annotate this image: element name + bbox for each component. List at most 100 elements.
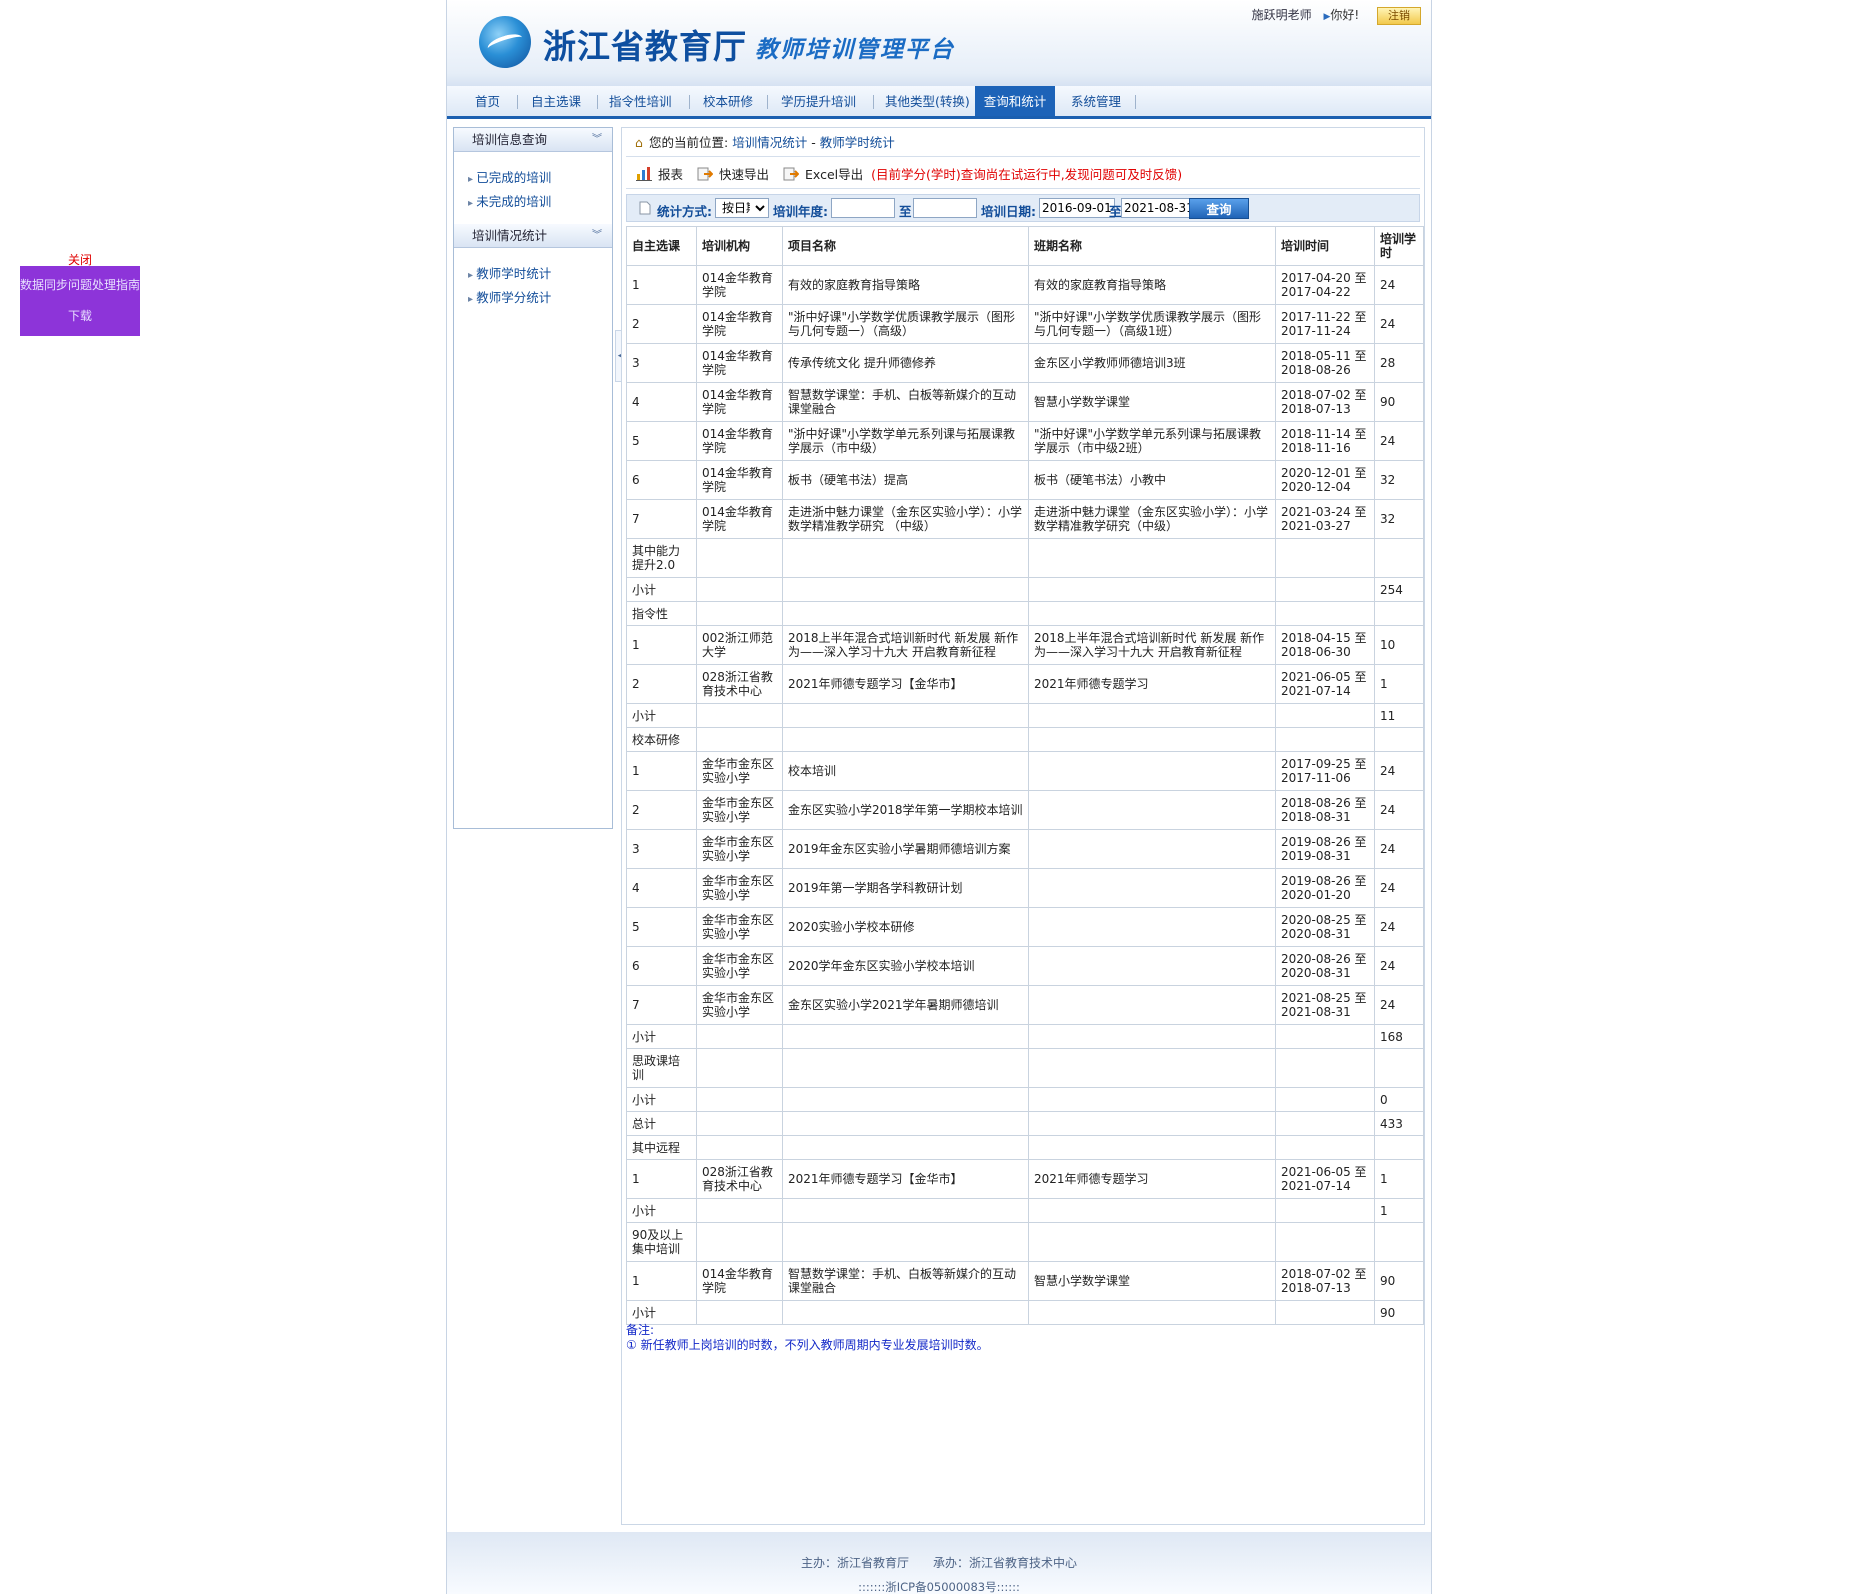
- table-row: 思政课培训: [626, 1048, 1424, 1088]
- table-cell: 2018上半年混合式培训新时代 新发展 新作为——深入学习十九大 开启教育新征程: [1028, 625, 1276, 665]
- table-cell: 014金华教育学院: [696, 265, 783, 305]
- table-row: 小计 168: [626, 1024, 1424, 1049]
- chevron-double-down-icon[interactable]: ︾: [592, 128, 602, 151]
- sidebar-item-incomplete-training[interactable]: 未完成的培训: [468, 190, 612, 214]
- year-from-input[interactable]: [831, 198, 895, 218]
- table-cell: 2021年师德专题学习: [1028, 664, 1276, 704]
- report-button[interactable]: 报表: [626, 167, 683, 182]
- table-cell: 014金华教育学院: [696, 421, 783, 461]
- stat-method-select[interactable]: 按日期: [715, 198, 769, 218]
- breadcrumb-prefix: 您的当前位置:: [649, 135, 729, 150]
- quick-export-button[interactable]: 快速导出: [687, 167, 769, 182]
- toolbar: 报表 快速导出 Excel导出 (目前学分(学时)查询尚在试运行中,发现问题可及…: [626, 162, 1420, 189]
- table-cell: 金东区小学教师师德培训3班: [1028, 343, 1276, 383]
- table-cell: [1275, 1300, 1375, 1325]
- table-cell: [1028, 1024, 1276, 1049]
- table-cell: 2018-11-14 至 2018-11-16: [1275, 421, 1375, 461]
- table-cell: 4: [626, 382, 697, 422]
- table-cell: 24: [1374, 265, 1424, 305]
- sync-guide-widget[interactable]: 数据同步问题处理指南 下载: [20, 266, 140, 336]
- table-cell: [782, 1222, 1029, 1262]
- table-cell: "浙中好课"小学数学单元系列课与拓展课教学展示（市中级）: [782, 421, 1029, 461]
- table-cell: 金华市金东区实验小学: [696, 985, 783, 1025]
- breadcrumb-level1[interactable]: 培训情况统计: [732, 135, 807, 150]
- date-from-input[interactable]: [1039, 198, 1115, 218]
- table-cell: 小计: [626, 577, 697, 602]
- sidebar-section-training-stats[interactable]: 培训情况统计 ︾: [454, 224, 612, 248]
- nav-school-research[interactable]: 校本研修: [703, 86, 753, 116]
- table-cell: 智慧小学数学课堂: [1028, 382, 1276, 422]
- table-cell: 1: [626, 265, 697, 305]
- sync-guide-title[interactable]: 数据同步问题处理指南: [20, 276, 140, 293]
- table-cell: [1028, 1198, 1276, 1223]
- nav-other-types[interactable]: 其他类型(转换): [885, 86, 970, 116]
- nav-home[interactable]: 首页: [475, 86, 500, 116]
- table-cell: 32: [1374, 460, 1424, 500]
- table-row: 1 014金华教育学院 有效的家庭教育指导策略 有效的家庭教育指导策略 2017-04-…: [626, 265, 1424, 305]
- table-cell: 24: [1374, 790, 1424, 830]
- nav-query-statistics[interactable]: 查询和统计: [975, 86, 1055, 116]
- table-row: 3 014金华教育学院 传承传统文化 提升师德修养 金东区小学教师师德培训3班 2018…: [626, 343, 1424, 383]
- table-cell: 028浙江省教育技术中心: [696, 664, 783, 704]
- excel-export-button[interactable]: Excel导出: [773, 167, 863, 182]
- table-cell: 24: [1374, 421, 1424, 461]
- table-cell: "浙中好课"小学数学优质课教学展示（图形与几何专题一）（高级1班）: [1028, 304, 1276, 344]
- sync-guide-download[interactable]: 下载: [20, 307, 140, 324]
- table-body: 1 014金华教育学院 有效的家庭教育指导策略 有效的家庭教育指导策略 2017-04-…: [626, 265, 1424, 1325]
- nav-degree-training[interactable]: 学历提升培训: [781, 86, 856, 116]
- table-cell: 其中远程: [626, 1135, 697, 1160]
- bar-chart-icon: [636, 167, 652, 181]
- col-header-project-name: 项目名称: [782, 226, 1029, 266]
- table-cell: 2021年师德专题学习: [1028, 1159, 1276, 1199]
- table-cell: 总计: [626, 1111, 697, 1136]
- table-cell: 1: [1374, 1159, 1424, 1199]
- table-cell: [1028, 868, 1276, 908]
- table-cell: 1: [1374, 1198, 1424, 1223]
- sidebar-item-teacher-credits[interactable]: 教师学分统计: [468, 286, 612, 310]
- nav-mandatory-training[interactable]: 指令性培训: [609, 86, 672, 116]
- table-cell: 2020学年金东区实验小学校本培训: [782, 946, 1029, 986]
- nav-system-management[interactable]: 系统管理: [1071, 86, 1121, 116]
- table-cell: [1275, 601, 1375, 626]
- table-cell: 2: [626, 304, 697, 344]
- document-icon: [639, 201, 651, 215]
- nav-separator: [517, 95, 518, 109]
- method-label: 统计方式:: [657, 204, 712, 219]
- table-cell: 校本研修: [626, 727, 697, 752]
- table-cell: 014金华教育学院: [696, 1261, 783, 1301]
- date-to-input[interactable]: [1121, 198, 1197, 218]
- table-cell: 014金华教育学院: [696, 304, 783, 344]
- table-cell: 24: [1374, 829, 1424, 869]
- sidebar-item-teacher-hours[interactable]: 教师学时统计: [468, 262, 612, 286]
- table-cell: [1028, 829, 1276, 869]
- sidebar-item-completed-training[interactable]: 已完成的培训: [468, 166, 612, 190]
- table-cell: 金华市金东区实验小学: [696, 829, 783, 869]
- logout-button[interactable]: 注销: [1377, 7, 1421, 25]
- table-cell: 智慧小学数学课堂: [1028, 1261, 1276, 1301]
- breadcrumb-level2[interactable]: 教师学时统计: [820, 135, 895, 150]
- nav-self-select-course[interactable]: 自主选课: [531, 86, 581, 116]
- table-cell: [1374, 727, 1424, 752]
- query-button[interactable]: 查询: [1189, 198, 1249, 219]
- table-row: 4 014金华教育学院 智慧数学课堂：手机、白板等新媒介的互动课堂融合 智慧小学数学课…: [626, 382, 1424, 422]
- breadcrumb: ⌂ 您的当前位置: 培训情况统计 - 教师学时统计: [626, 130, 1420, 157]
- table-cell: [1028, 703, 1276, 728]
- chevron-double-down-icon[interactable]: ︾: [592, 224, 602, 247]
- table-cell: 2021-08-25 至 2021-08-31: [1275, 985, 1375, 1025]
- year-to-label: 至: [899, 204, 912, 219]
- table-cell: 90: [1374, 1261, 1424, 1301]
- year-to-input[interactable]: [913, 198, 977, 218]
- col-header-training-time: 培训时间: [1275, 226, 1375, 266]
- table-row: 5 014金华教育学院 "浙中好课"小学数学单元系列课与拓展课教学展示（市中级） "浙…: [626, 421, 1424, 461]
- table-cell: 2019年第一学期各学科教研计划: [782, 868, 1029, 908]
- table-row: 3 金华市金东区实验小学 2019年金东区实验小学暑期师德培训方案 2019-08-2…: [626, 829, 1424, 869]
- table-cell: 5: [626, 421, 697, 461]
- table-cell: 指令性: [626, 601, 697, 626]
- table-cell: 传承传统文化 提升师德修养: [782, 343, 1029, 383]
- table-cell: [696, 1024, 783, 1049]
- sidebar-section-training-info[interactable]: 培训信息查询 ︾: [454, 128, 612, 152]
- table-cell: 2021年师德专题学习【金华市】: [782, 1159, 1029, 1199]
- table-row: 90及以上集中培训: [626, 1222, 1424, 1262]
- table-cell: [1275, 703, 1375, 728]
- table-cell: 金华市金东区实验小学: [696, 751, 783, 791]
